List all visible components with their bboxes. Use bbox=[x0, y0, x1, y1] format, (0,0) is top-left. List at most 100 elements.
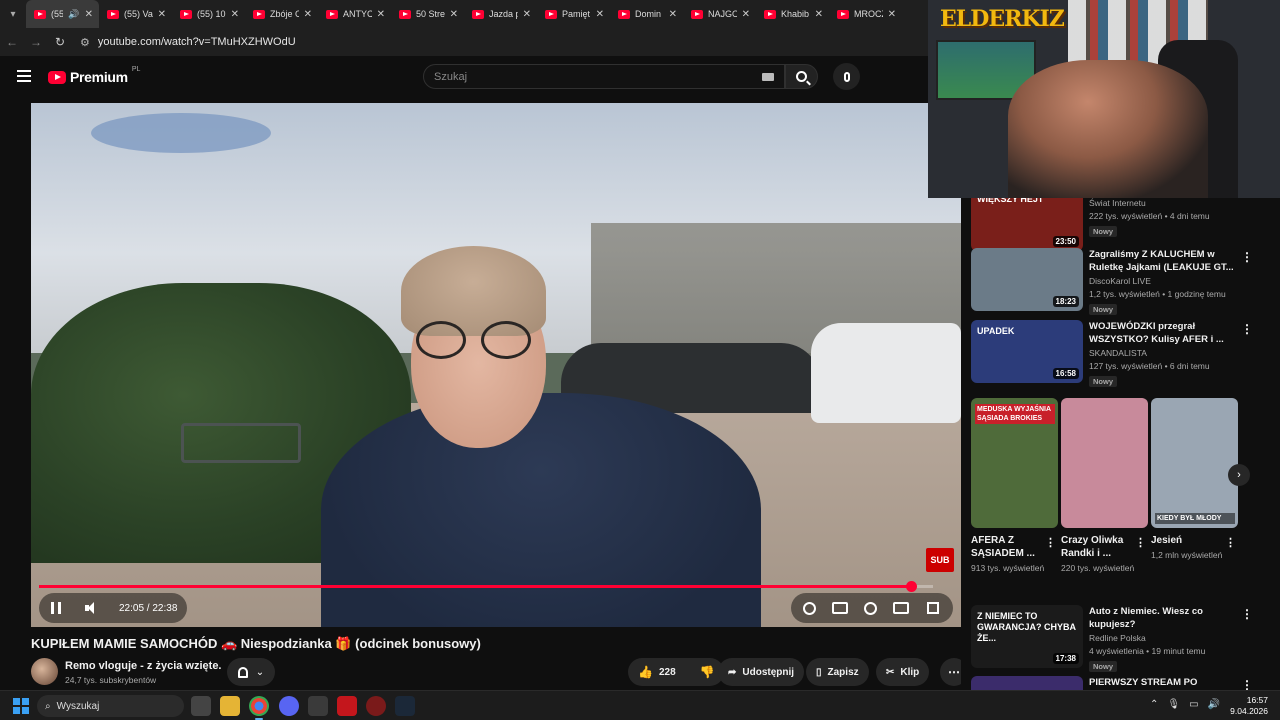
video-channel[interactable]: Redline Polska bbox=[1089, 633, 1146, 643]
volume-icon[interactable] bbox=[85, 602, 97, 614]
recommended-video[interactable]: PIERWSZY STREAM PO ⋮ bbox=[971, 676, 1271, 690]
browser-tab[interactable]: (55) 10 ✕ bbox=[172, 0, 245, 28]
app-circle-icon[interactable] bbox=[366, 696, 386, 716]
recommended-video[interactable]: 18:23 Zagraliśmy Z KALUCHEM w Ruletkę Jaj… bbox=[971, 248, 1271, 318]
recommended-video[interactable]: UPADEK 16:58 WOJEWÓDZKI przegrał WSZYSTKO?… bbox=[971, 320, 1271, 390]
short-thumbnail[interactable] bbox=[1061, 398, 1148, 528]
close-tab-icon[interactable]: ✕ bbox=[888, 9, 896, 20]
browser-tab[interactable]: Pamięt ✕ bbox=[537, 0, 610, 28]
short-menu-icon[interactable]: ⋮ bbox=[1045, 536, 1056, 549]
file-explorer-icon[interactable] bbox=[220, 696, 240, 716]
save-button[interactable]: ▯ Zapisz bbox=[806, 658, 869, 686]
like-icon[interactable]: 👍 bbox=[638, 665, 653, 679]
forward-arrow-icon[interactable]: → bbox=[24, 35, 48, 49]
short-card[interactable]: KIEDY BYŁ MŁODY Jesień 1,2 mln wyświetleń ⋮ bbox=[1151, 398, 1238, 561]
video-channel[interactable]: SKANDALISTA bbox=[1089, 348, 1147, 358]
site-info-icon[interactable]: ⚙ bbox=[80, 36, 90, 49]
autoplay-icon[interactable] bbox=[803, 601, 816, 615]
browser-tab[interactable]: NAJGO ✕ bbox=[683, 0, 756, 28]
notification-bell-button[interactable]: ⌄ bbox=[227, 658, 275, 686]
video-thumbnail[interactable]: UPADEK 16:58 bbox=[971, 320, 1083, 383]
audio-playing-icon[interactable]: 🔊 bbox=[68, 9, 79, 20]
display-icon[interactable]: ▭ bbox=[1189, 699, 1198, 710]
close-tab-icon[interactable]: ✕ bbox=[377, 9, 385, 20]
windows-start-icon[interactable] bbox=[13, 698, 29, 714]
back-arrow-icon[interactable]: ← bbox=[0, 35, 24, 49]
short-card[interactable]: MEDUSKA WYJAŚNIA SĄSIADA BROKIES AFERA Z … bbox=[971, 398, 1058, 574]
subtitles-icon[interactable] bbox=[832, 602, 848, 614]
system-clock[interactable]: 16:57 9.04.2026 bbox=[1228, 695, 1268, 717]
browser-tab[interactable]: Khabib ✕ bbox=[756, 0, 829, 28]
discord-icon[interactable] bbox=[279, 696, 299, 716]
short-thumbnail[interactable]: KIEDY BYŁ MŁODY bbox=[1151, 398, 1238, 528]
browser-tab[interactable]: Domin ✕ bbox=[610, 0, 683, 28]
taskbar-search[interactable]: ⌕ Wyszukaj bbox=[37, 695, 184, 717]
app-window-icon[interactable] bbox=[308, 696, 328, 716]
close-tab-icon[interactable]: ✕ bbox=[669, 9, 677, 20]
search-input[interactable]: Szukaj bbox=[423, 64, 785, 89]
search-button[interactable] bbox=[785, 64, 818, 89]
video-menu-icon[interactable]: ⋮ bbox=[1241, 678, 1253, 690]
recommended-video[interactable]: Z NIEMIEC TO GWARANCJA? CHYBA ŻE... 17:38… bbox=[971, 605, 1271, 675]
video-title[interactable]: PIERWSZY STREAM PO bbox=[1089, 676, 1239, 689]
speaker-icon[interactable]: 🔊 bbox=[1208, 699, 1220, 710]
close-tab-icon[interactable]: ✕ bbox=[742, 9, 750, 20]
video-title[interactable]: Zagraliśmy Z KALUCHEM w Ruletkę Jajkami … bbox=[1089, 248, 1239, 274]
video-title[interactable]: WOJEWÓDZKI przegrał WSZYSTKO? Kulisy AFE… bbox=[1089, 320, 1239, 346]
progress-scrubber[interactable] bbox=[905, 581, 917, 592]
short-menu-icon[interactable]: ⋮ bbox=[1135, 536, 1146, 549]
video-player[interactable]: SUB 22:05 / 22:38 bbox=[31, 103, 961, 627]
pause-icon[interactable] bbox=[51, 602, 61, 614]
video-thumbnail[interactable]: WIĘKSZY HEJT 23:50 bbox=[971, 198, 1083, 251]
video-channel[interactable]: DiscoKarol LIVE bbox=[1089, 276, 1151, 286]
miniplayer-icon[interactable] bbox=[893, 602, 909, 614]
close-tab-icon[interactable]: ✕ bbox=[158, 9, 166, 20]
url-field[interactable]: ⚙ youtube.com/watch?v=TMuHXZHWOdU bbox=[80, 31, 296, 53]
browser-tab[interactable]: ANTYC ✕ bbox=[318, 0, 391, 28]
close-tab-icon[interactable]: ✕ bbox=[231, 9, 239, 20]
short-card[interactable]: Crazy Oliwka Randki i ... 220 tys. wyświe… bbox=[1061, 398, 1148, 574]
browser-tab[interactable]: 50 Stre ✕ bbox=[391, 0, 464, 28]
channel-avatar[interactable] bbox=[31, 658, 58, 685]
video-thumbnail[interactable] bbox=[971, 676, 1083, 690]
obs-red-icon[interactable] bbox=[337, 696, 357, 716]
video-thumbnail[interactable]: 18:23 bbox=[971, 248, 1083, 311]
like-count[interactable]: 228 bbox=[659, 667, 676, 678]
steam-icon[interactable] bbox=[395, 696, 415, 716]
clip-button[interactable]: ✂ Klip bbox=[876, 658, 930, 686]
hamburger-menu-icon[interactable] bbox=[17, 70, 31, 82]
browser-tab[interactable]: MROCZ ✕ bbox=[829, 0, 902, 28]
browser-tab[interactable]: (55) 🔊 ✕ bbox=[26, 0, 99, 28]
video-menu-icon[interactable]: ⋮ bbox=[1241, 607, 1253, 621]
task-view-icon[interactable] bbox=[191, 696, 211, 716]
youtube-premium-logo[interactable]: Premium PL bbox=[48, 66, 140, 85]
keyboard-icon[interactable] bbox=[762, 73, 774, 81]
video-menu-icon[interactable]: ⋮ bbox=[1241, 322, 1253, 336]
short-thumbnail[interactable]: MEDUSKA WYJAŚNIA SĄSIADA BROKIES bbox=[971, 398, 1058, 528]
video-title[interactable]: Auto z Niemiec. Wiesz co kupujesz? bbox=[1089, 605, 1239, 631]
close-tab-icon[interactable]: ✕ bbox=[85, 9, 93, 20]
progress-bar[interactable] bbox=[39, 581, 933, 592]
short-title[interactable]: Jesień bbox=[1151, 534, 1223, 547]
voice-search-button[interactable] bbox=[833, 63, 860, 90]
shorts-next-arrow-icon[interactable]: › bbox=[1228, 464, 1250, 486]
close-tab-icon[interactable]: ✕ bbox=[450, 9, 458, 20]
reload-icon[interactable]: ↻ bbox=[48, 35, 72, 49]
browser-tab[interactable]: (55) Va ✕ bbox=[99, 0, 172, 28]
fullscreen-icon[interactable] bbox=[927, 602, 939, 614]
short-menu-icon[interactable]: ⋮ bbox=[1225, 536, 1236, 549]
close-tab-icon[interactable]: ✕ bbox=[523, 9, 531, 20]
settings-gear-icon[interactable] bbox=[864, 601, 877, 615]
close-tab-icon[interactable]: ✕ bbox=[304, 9, 312, 20]
video-menu-icon[interactable]: ⋮ bbox=[1241, 250, 1253, 264]
browser-tab[interactable]: Jazda p ✕ bbox=[464, 0, 537, 28]
subscribe-watermark[interactable]: SUB bbox=[926, 548, 954, 572]
mic-tray-icon[interactable]: 🎙 bbox=[1167, 699, 1180, 710]
tray-chevron-icon[interactable]: ⌃ bbox=[1150, 699, 1158, 710]
short-title[interactable]: AFERA Z SĄSIADEM ... bbox=[971, 534, 1043, 560]
share-button[interactable]: ➦ Udostępnij bbox=[718, 658, 805, 686]
chrome-icon[interactable] bbox=[249, 696, 269, 720]
video-thumbnail[interactable]: Z NIEMIEC TO GWARANCJA? CHYBA ŻE... 17:38 bbox=[971, 605, 1083, 668]
short-title[interactable]: Crazy Oliwka Randki i ... bbox=[1061, 534, 1133, 560]
channel-name[interactable]: Remo vloguje - z życia wzięte. bbox=[65, 660, 222, 672]
